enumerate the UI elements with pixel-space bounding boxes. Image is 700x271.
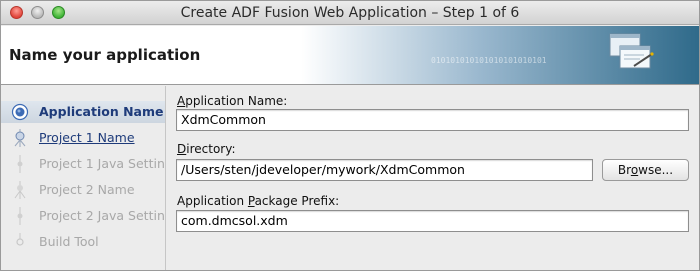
package-prefix-label: Application Package Prefix: (177, 194, 340, 208)
step-dot-icon (17, 155, 23, 173)
banner-separator (1, 84, 699, 85)
step-end-icon (16, 233, 24, 246)
application-form: Application Name: XdmCommon Directory: /… (166, 86, 699, 270)
step-label: Project 1 Name (39, 130, 135, 145)
application-name-field[interactable]: XdmCommon (176, 109, 689, 131)
window-title: Create ADF Fusion Web Application – Step… (180, 5, 520, 21)
browse-button[interactable]: Browse... (602, 159, 689, 181)
step-application-name[interactable]: Application Name (1, 101, 165, 123)
directory-field[interactable]: /Users/sten/jdeveloper/mywork/XdmCommon (176, 159, 593, 181)
step-label: Build Tool (39, 234, 99, 249)
current-step-icon (11, 103, 29, 121)
wizard-steps-nav: Application Name Project 1 Name Project … (1, 86, 165, 270)
application-name-label: Application Name: (177, 94, 288, 108)
step-project-1-java-settings: Project 1 Java Settings (1, 153, 165, 175)
dialog-window: Create ADF Fusion Web Application – Step… (0, 0, 700, 271)
header-banner: 010101010101010101010101 Name your appli… (1, 26, 699, 84)
wizard-windows-icon (609, 33, 654, 69)
step-dot-icon (17, 207, 23, 225)
step-project-1-name[interactable]: Project 1 Name (1, 127, 165, 149)
banner-binary-decoration: 010101010101010101010101 (431, 56, 547, 65)
step-project-2-java-settings: Project 2 Java Settings (1, 205, 165, 227)
step-label: Application Name (39, 104, 164, 119)
step-connector-icon (14, 181, 26, 199)
step-project-2-name: Project 2 Name (1, 179, 165, 201)
package-prefix-field[interactable]: com.dmcsol.xdm (176, 210, 689, 232)
step-label: Project 2 Name (39, 182, 135, 197)
step-build-tool: Build Tool (1, 231, 165, 253)
page-title: Name your application (9, 46, 201, 64)
step-label: Project 2 Java Settings (39, 208, 165, 223)
title-bar: Create ADF Fusion Web Application – Step… (1, 1, 699, 25)
step-connector-icon (14, 129, 26, 147)
directory-label: Directory: (177, 142, 236, 156)
step-label: Project 1 Java Settings (39, 156, 165, 171)
